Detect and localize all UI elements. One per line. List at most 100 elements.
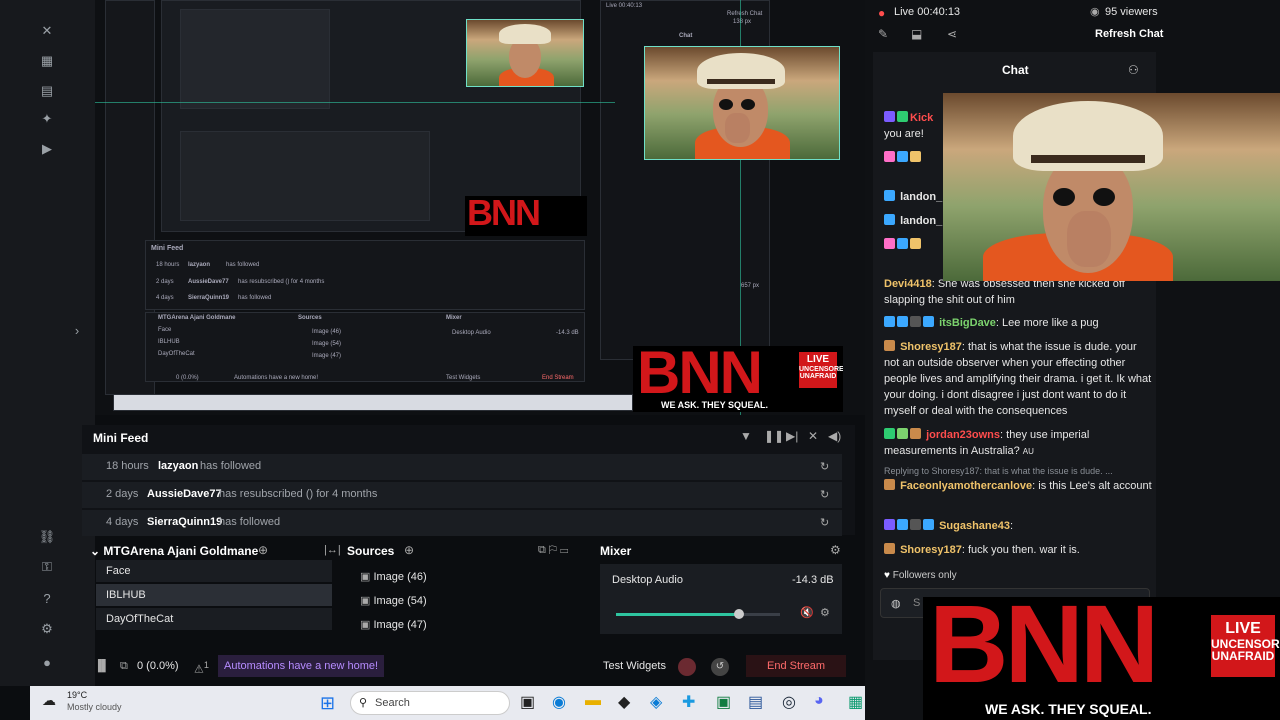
bnn-letters: BNN: [929, 597, 1159, 706]
filter-icon[interactable]: ▼: [740, 429, 752, 443]
tools-icon[interactable]: ✕: [38, 22, 56, 40]
key-icon[interactable]: ⚿: [38, 558, 56, 576]
edge-icon[interactable]: ◉: [552, 692, 566, 712]
bnn-overlay[interactable]: BNN WE ASK. THEY SQUEAL. LIVEUNCENSOREDU…: [633, 346, 843, 412]
replay-icon[interactable]: ↻: [820, 460, 829, 473]
nested-mixer-title: Mixer: [446, 315, 462, 321]
nested-dim-label: 657 px: [741, 283, 760, 289]
mute-icon[interactable]: 🔇: [800, 606, 814, 619]
webcam-source[interactable]: [644, 46, 840, 160]
app-icon[interactable]: ▣: [716, 692, 731, 712]
stream-preview[interactable]: Mini Feed 18 hours lazyaon has followed …: [95, 0, 865, 415]
add-source-icon[interactable]: ⊕: [404, 543, 414, 557]
nested-scene-title: MTGArena Ajani Goldmane: [158, 315, 236, 321]
discord-icon[interactable]: ◕: [814, 692, 824, 710]
automations-banner[interactable]: Automations have a new home!: [218, 655, 385, 677]
play-icon[interactable]: ▶: [38, 140, 56, 158]
nested-preview-inner: [180, 9, 330, 109]
nested-automations: Automations have a new home!: [234, 375, 319, 381]
emote-icon[interactable]: ◍: [891, 597, 901, 610]
expand-chevron-icon[interactable]: ›: [68, 322, 86, 340]
bnn-logo-overlay: BNN WE ASK. THEY SQUEAL. LIVEUNCENSOREDU…: [923, 597, 1280, 720]
store-icon[interactable]: ▦: [38, 52, 56, 70]
replay-icon[interactable]: ↻: [820, 516, 829, 529]
streamlabs-icon[interactable]: ▦: [848, 692, 863, 712]
nested-minifeed-title: Mini Feed: [151, 245, 184, 252]
volume-icon[interactable]: ◀): [828, 429, 841, 443]
chat-message: Faceonlyamothercanlove: is this Lee's al…: [884, 478, 1152, 494]
source-item[interactable]: ▣ Image (46): [350, 566, 582, 588]
replay-buffer-icon[interactable]: ↺: [711, 658, 729, 676]
channel-name: Desktop Audio: [612, 574, 683, 586]
scene-collection-title[interactable]: ⌄ MTGArena Ajani Goldmane: [90, 544, 258, 558]
scene-item-selected[interactable]: IBLHUB: [96, 584, 332, 606]
nested-panels: [180, 131, 430, 221]
left-icon-rail: ✕ ▦ ▤ ✦ ▶ › ⛓ ⚿ ? ⚙ ●: [0, 0, 95, 686]
windows-start-icon[interactable]: ⊞: [320, 693, 335, 714]
bnn-live-tag: LIVEUNCENSOREDUNAFRAID: [1211, 615, 1280, 677]
feed-action: has resubscribed () for 4 months: [219, 488, 378, 500]
app-icon[interactable]: ◆: [618, 692, 630, 712]
task-view-icon[interactable]: ▣: [520, 692, 535, 712]
windows-taskbar: ☁ 19°C Mostly cloudy ⊞ ⚲ Search ▣ ◉ ▬ ◆ …: [30, 686, 923, 720]
settings-gear-icon[interactable]: ⚙: [38, 620, 56, 638]
image-icon: ▣: [360, 619, 374, 631]
source-tools-icon[interactable]: ⧉ ⚐ ▭: [538, 544, 568, 557]
end-stream-button[interactable]: End Stream: [746, 655, 847, 677]
volume-slider[interactable]: [616, 609, 780, 619]
scene-item[interactable]: Face: [96, 560, 332, 582]
scene-item[interactable]: DayOfTheCat: [96, 608, 332, 630]
mixer-settings-icon[interactable]: ⚙: [830, 543, 841, 557]
nested-bnn-overlay: BNN: [465, 196, 587, 236]
app-icon[interactable]: ✚: [682, 692, 695, 712]
nested-feed-action: has resubscribed () for 4 months: [238, 279, 325, 285]
nested-dim-label: 138 px: [733, 19, 752, 25]
profile-icon[interactable]: ●: [38, 654, 56, 672]
popout-icon[interactable]: ⬓: [911, 27, 922, 41]
weather-icon[interactable]: ☁: [42, 692, 56, 709]
alert-icon[interactable]: ⚠1: [194, 660, 209, 676]
editor-panels: ⌄ MTGArena Ajani Goldmane ⊕ Face IBLHUB …: [82, 540, 855, 648]
taskbar-search[interactable]: ⚲ Search: [350, 691, 510, 715]
share-icon[interactable]: ⋖: [947, 27, 957, 41]
nested-webcam: [466, 19, 584, 87]
chat-users-icon[interactable]: ⚇: [1128, 63, 1139, 77]
refresh-chat-button[interactable]: Refresh Chat: [1095, 28, 1163, 40]
help-icon[interactable]: ?: [38, 590, 56, 608]
chat-message: Shoresy187: that is what the issue is du…: [884, 340, 1152, 417]
transition-icon[interactable]: |↔|: [324, 544, 341, 556]
record-button[interactable]: [678, 658, 696, 676]
test-widgets-button[interactable]: Test Widgets: [603, 660, 666, 672]
chat-title: Chat: [1002, 63, 1029, 77]
search-label: Search: [375, 697, 410, 709]
channel-settings-icon[interactable]: ⚙: [820, 606, 830, 619]
mute-alerts-icon[interactable]: ✕: [808, 429, 818, 443]
edit-icon[interactable]: ✎: [878, 27, 888, 41]
bnn-tagline: WE ASK. THEY SQUEAL.: [985, 701, 1152, 717]
steam-icon[interactable]: ◎: [782, 692, 796, 712]
viewers-eye-icon: ◉: [1090, 6, 1100, 18]
channel-level: -14.3 dB: [792, 574, 834, 586]
add-scene-icon[interactable]: ⊕: [258, 543, 268, 557]
feed-user: AussieDave77: [147, 488, 222, 500]
mixer-title: Mixer: [600, 544, 632, 558]
nested-db: -14.3 dB: [556, 330, 579, 336]
file-explorer-icon[interactable]: ▬: [585, 692, 601, 710]
nested-minifeed: Mini Feed 18 hours lazyaon has followed …: [145, 240, 585, 310]
layers-icon[interactable]: ▤: [38, 82, 56, 100]
app-icon[interactable]: ◈: [650, 692, 662, 712]
reply-context: Replying to Shoresy187: that is what the…: [884, 466, 1113, 476]
nested-feed-time: 2 days: [156, 279, 174, 285]
stats-icon[interactable]: ▐▌: [94, 660, 110, 672]
skip-icon[interactable]: ▶|: [786, 429, 798, 443]
source-item[interactable]: ▣ Image (47): [350, 614, 582, 636]
nested-feed-action: has followed: [238, 295, 272, 301]
pause-icon[interactable]: ❚❚: [764, 429, 784, 443]
replay-icon[interactable]: ↻: [820, 488, 829, 501]
source-item[interactable]: ▣ Image (54): [350, 590, 582, 612]
integrations-icon[interactable]: ⛓: [38, 528, 56, 546]
nested-feed-time: 4 days: [156, 295, 174, 301]
app-icon[interactable]: ▤: [748, 692, 763, 712]
magic-icon[interactable]: ✦: [38, 110, 56, 128]
nested-refresh-chat: Refresh Chat: [727, 11, 763, 17]
